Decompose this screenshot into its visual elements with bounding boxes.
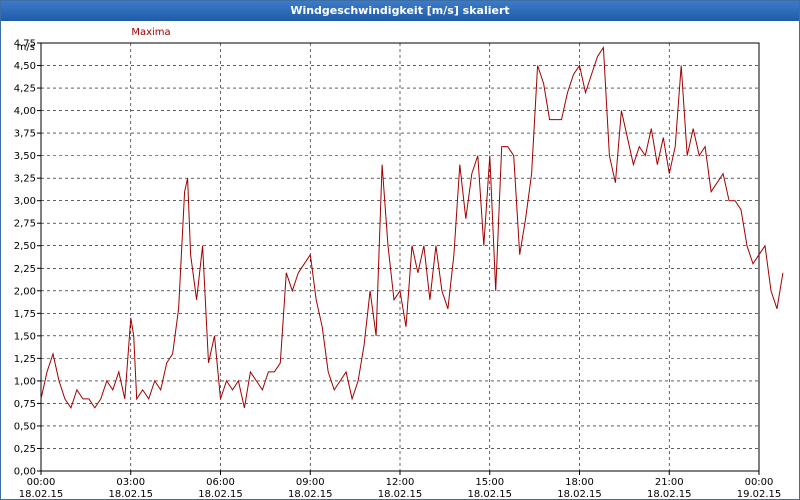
x-tick-time: 21:00 <box>655 477 684 488</box>
y-unit-label: m/s <box>17 42 35 53</box>
y-tick-label: 2,50 <box>14 241 36 252</box>
x-tick-date: 18.02.15 <box>378 489 423 499</box>
x-tick-time: 18:00 <box>565 477 594 488</box>
x-tick-date: 18.02.15 <box>198 489 243 499</box>
y-tick-label: 1,00 <box>14 376 36 387</box>
y-tick-label: 3,00 <box>14 196 36 207</box>
y-tick-label: 3,50 <box>14 151 36 162</box>
x-axis: 00:0018.02.1503:0018.02.1506:0018.02.150… <box>19 471 782 499</box>
y-tick-label: 0,75 <box>14 399 36 410</box>
y-tick-label: 2,00 <box>14 286 36 297</box>
window-title: Windgeschwindigkeit [m/s] skaliert <box>1 1 799 21</box>
x-tick-date: 18.02.15 <box>19 489 64 499</box>
x-tick-time: 09:00 <box>296 477 325 488</box>
x-tick-date: 19.02.15 <box>737 489 782 499</box>
y-tick-label: 0,00 <box>14 467 36 478</box>
series-lines <box>40 45 784 410</box>
y-tick-label: 2,75 <box>14 219 36 230</box>
wind-speed-chart: 0,00 0,25 0,50 0,75 1,00 1,25 1,50 1,75 2,00 2,25… <box>14 27 784 499</box>
x-tick-time: 15:00 <box>475 477 504 488</box>
x-tick-date: 18.02.15 <box>557 489 602 499</box>
x-tick-time: 00:00 <box>745 477 774 488</box>
legend-maxima: Maxima <box>131 27 170 38</box>
y-tick-label: 4,50 <box>14 61 36 72</box>
x-tick-time: 03:00 <box>116 477 145 488</box>
chart-window: Windgeschwindigkeit [m/s] skaliert 0,00 0… <box>0 0 800 500</box>
y-tick-label: 1,75 <box>14 309 36 320</box>
x-tick-time: 06:00 <box>206 477 235 488</box>
y-tick-label: 0,25 <box>14 444 36 455</box>
y-tick-label: 3,25 <box>14 174 36 185</box>
y-tick-label: 4,25 <box>14 84 36 95</box>
y-tick-label: 2,25 <box>14 264 36 275</box>
y-tick-label: 0,50 <box>14 421 36 432</box>
x-tick-time: 12:00 <box>386 477 415 488</box>
y-tick-label: 4,00 <box>14 106 36 117</box>
x-tick-date: 18.02.15 <box>288 489 333 499</box>
legend: Maxima <box>131 27 170 38</box>
y-tick-label: 3,75 <box>14 129 36 140</box>
plot-border <box>40 42 760 472</box>
grid <box>40 42 760 472</box>
y-tick-label: 1,50 <box>14 331 36 342</box>
x-tick-date: 18.02.15 <box>108 489 153 499</box>
series-line-maxima <box>40 45 784 410</box>
x-tick-time: 00:00 <box>27 477 56 488</box>
y-axis: 0,00 0,25 0,50 0,75 1,00 1,25 1,50 1,75 2,00 2,25… <box>14 39 41 478</box>
x-tick-date: 18.02.15 <box>647 489 692 499</box>
x-tick-date: 18.02.15 <box>467 489 512 499</box>
y-tick-label: 1,25 <box>14 354 36 365</box>
